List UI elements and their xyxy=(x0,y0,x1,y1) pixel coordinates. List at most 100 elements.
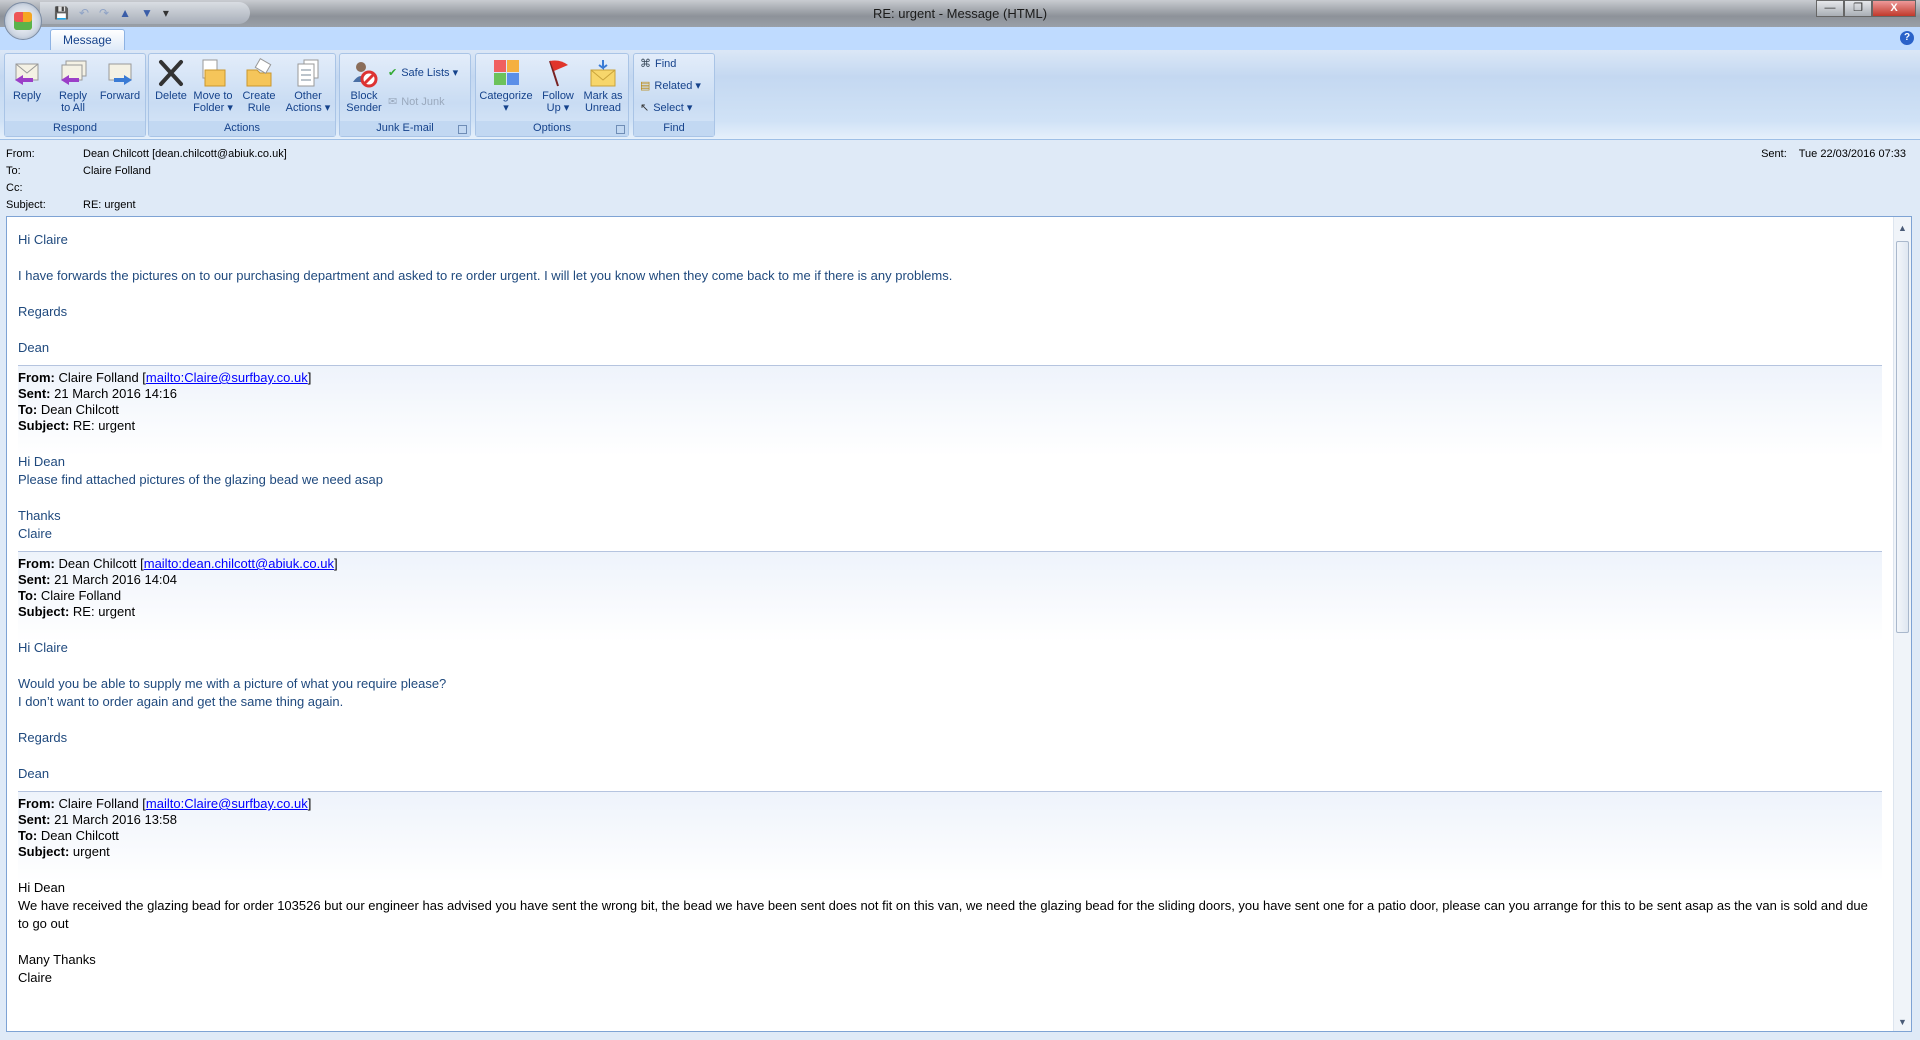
quoted-subject: RE: urgent xyxy=(72,604,136,619)
safe-lists-button[interactable]: ✔ Safe Lists ▾ xyxy=(388,66,458,79)
quoted-line: Would you be able to supply me with a pi… xyxy=(18,676,447,691)
subject-value: RE: urgent xyxy=(83,199,136,211)
sent-value: Tue 22/03/2016 07:33 xyxy=(1798,148,1906,160)
quoted-sent-label: Sent: xyxy=(18,572,51,587)
from-value[interactable]: Dean Chilcott [dean.chilcott@abiuk.co.uk… xyxy=(83,148,287,165)
forward-button[interactable]: Forward xyxy=(97,58,143,102)
quoted-sent: 21 March 2016 14:16 xyxy=(54,386,177,401)
not-junk-button[interactable]: ✉ Not Junk xyxy=(388,95,445,109)
office-button[interactable] xyxy=(4,2,42,40)
restore-button[interactable]: ❐ xyxy=(1844,0,1872,17)
to-value[interactable]: Claire Folland xyxy=(83,165,151,182)
quoted-line: I don’t want to order again and get the … xyxy=(18,694,344,709)
quoted-from-label: From: xyxy=(18,796,55,811)
group-respond: Reply Reply to All Forward Respond xyxy=(4,53,146,137)
select-button[interactable]: ↖ Select ▾ xyxy=(640,101,692,114)
quoted-sent: 21 March 2016 13:58 xyxy=(54,812,177,827)
quoted-sent-label: Sent: xyxy=(18,812,51,827)
bracket: ] xyxy=(307,796,312,811)
sent-label: Sent: xyxy=(1761,148,1787,160)
reply-button[interactable]: Reply xyxy=(9,58,45,102)
tab-message[interactable]: Message xyxy=(50,29,125,51)
minimize-button[interactable]: — xyxy=(1816,0,1844,17)
quoted-from: Dean Chilcott [ xyxy=(58,556,144,571)
move-to-folder-button[interactable]: Move to Folder ▾ xyxy=(191,58,235,114)
message-body[interactable]: Hi Claire I have forwards the pictures o… xyxy=(6,216,1912,1032)
quoted-line: Claire xyxy=(18,526,52,541)
previous-item-icon[interactable]: ▲ xyxy=(119,6,131,20)
quoted-from: Claire Folland [ xyxy=(58,796,146,811)
quoted-line: Thanks xyxy=(18,508,61,523)
quoted-line: Claire xyxy=(18,970,52,985)
reply-icon xyxy=(15,63,39,85)
mailto-link[interactable]: mailto:Claire@surfbay.co.uk xyxy=(146,370,308,385)
quoted-to-label: To: xyxy=(18,828,38,843)
quick-access-toolbar: 💾 ↶ ↷ ▲ ▼ ▾ xyxy=(40,2,250,24)
group-find: ⌘ Find ▤ Related ▾ ↖ Select ▾ Find xyxy=(633,53,715,137)
move-folder-icon xyxy=(202,59,226,87)
cursor-icon: ↖ xyxy=(640,102,650,114)
vertical-scrollbar[interactable]: ▲ ▼ xyxy=(1893,217,1911,1031)
body-paragraph: I have forwards the pictures on to our p… xyxy=(18,268,953,283)
quoted-subject-label: Subject: xyxy=(18,418,70,433)
create-rule-button[interactable]: Create Rule xyxy=(239,58,279,114)
quoted-line: Hi Dean xyxy=(18,454,65,469)
block-sender-button[interactable]: Block Sender xyxy=(344,58,384,114)
mailto-link[interactable]: mailto:dean.chilcott@abiuk.co.uk xyxy=(144,556,334,571)
related-button[interactable]: ▤ Related ▾ xyxy=(640,79,701,92)
quoted-line: We have received the glazing bead for or… xyxy=(18,898,1868,931)
to-label: To: xyxy=(6,165,21,177)
quoted-subject-label: Subject: xyxy=(18,844,70,859)
quoted-subject: urgent xyxy=(72,844,110,859)
quoted-message: From: Dean Chilcott [mailto:dean.chilcot… xyxy=(18,551,1882,783)
mark-as-unread-button[interactable]: Mark as Unread xyxy=(580,58,626,114)
ribbon: Reply Reply to All Forward Respond Delete… xyxy=(0,50,1920,140)
not-junk-icon: ✉ xyxy=(388,96,398,108)
quoted-from-label: From: xyxy=(18,370,55,385)
customize-qat-icon[interactable]: ▾ xyxy=(163,6,169,20)
redo-icon[interactable]: ↷ xyxy=(99,6,109,20)
quoted-line: Regards xyxy=(18,730,68,745)
quoted-line: Dean xyxy=(18,766,50,781)
cc-label: Cc: xyxy=(6,182,23,194)
group-actions: Delete Move to Folder ▾ Create Rule Other A… xyxy=(148,53,336,137)
group-label: Options xyxy=(476,121,628,136)
delete-button[interactable]: Delete xyxy=(153,58,189,102)
categorize-icon xyxy=(494,60,519,85)
flag-icon xyxy=(549,60,568,87)
save-icon[interactable]: 💾 xyxy=(54,6,69,20)
undo-icon[interactable]: ↶ xyxy=(79,6,89,20)
window-title: RE: urgent - Message (HTML) xyxy=(872,6,1048,21)
dialog-launcher-icon[interactable] xyxy=(616,125,625,134)
dialog-launcher-icon[interactable] xyxy=(458,125,467,134)
quoted-to: Claire Folland xyxy=(40,588,122,603)
scroll-up-icon[interactable]: ▲ xyxy=(1898,223,1907,233)
body-regards: Regards xyxy=(18,304,68,319)
quoted-message: From: Claire Folland [mailto:Claire@surf… xyxy=(18,365,1882,543)
reply-all-icon xyxy=(61,60,87,85)
group-label: Respond xyxy=(5,121,145,136)
quoted-message: From: Claire Folland [mailto:Claire@surf… xyxy=(18,791,1882,987)
quoted-subject-label: Subject: xyxy=(18,604,70,619)
scroll-down-icon[interactable]: ▼ xyxy=(1898,1017,1907,1027)
reply-all-button[interactable]: Reply to All xyxy=(53,58,93,114)
message-header: From: Dean Chilcott [dean.chilcott@abiuk.… xyxy=(6,148,1914,216)
title-bar: RE: urgent - Message (HTML) — ❐ X xyxy=(0,0,1920,27)
find-button[interactable]: ⌘ Find xyxy=(640,57,676,71)
follow-up-button[interactable]: Follow Up ▾ xyxy=(538,58,578,114)
delete-icon xyxy=(159,60,183,86)
quoted-sent: 21 March 2016 14:04 xyxy=(54,572,177,587)
quoted-line: Hi Claire xyxy=(18,640,68,655)
help-icon[interactable]: ? xyxy=(1900,31,1914,45)
scroll-thumb[interactable] xyxy=(1896,241,1909,633)
mailto-link[interactable]: mailto:Claire@surfbay.co.uk xyxy=(146,796,308,811)
categorize-button[interactable]: Categorize ▾ xyxy=(478,58,534,114)
forward-icon xyxy=(108,63,132,85)
quoted-line: Many Thanks xyxy=(18,952,96,967)
next-item-icon[interactable]: ▼ xyxy=(141,6,153,20)
other-actions-button[interactable]: Other Actions ▾ xyxy=(283,58,333,114)
close-button[interactable]: X xyxy=(1872,0,1916,17)
quoted-to: Dean Chilcott xyxy=(40,828,119,843)
block-sender-icon xyxy=(353,62,378,88)
office-logo-icon xyxy=(14,12,32,30)
